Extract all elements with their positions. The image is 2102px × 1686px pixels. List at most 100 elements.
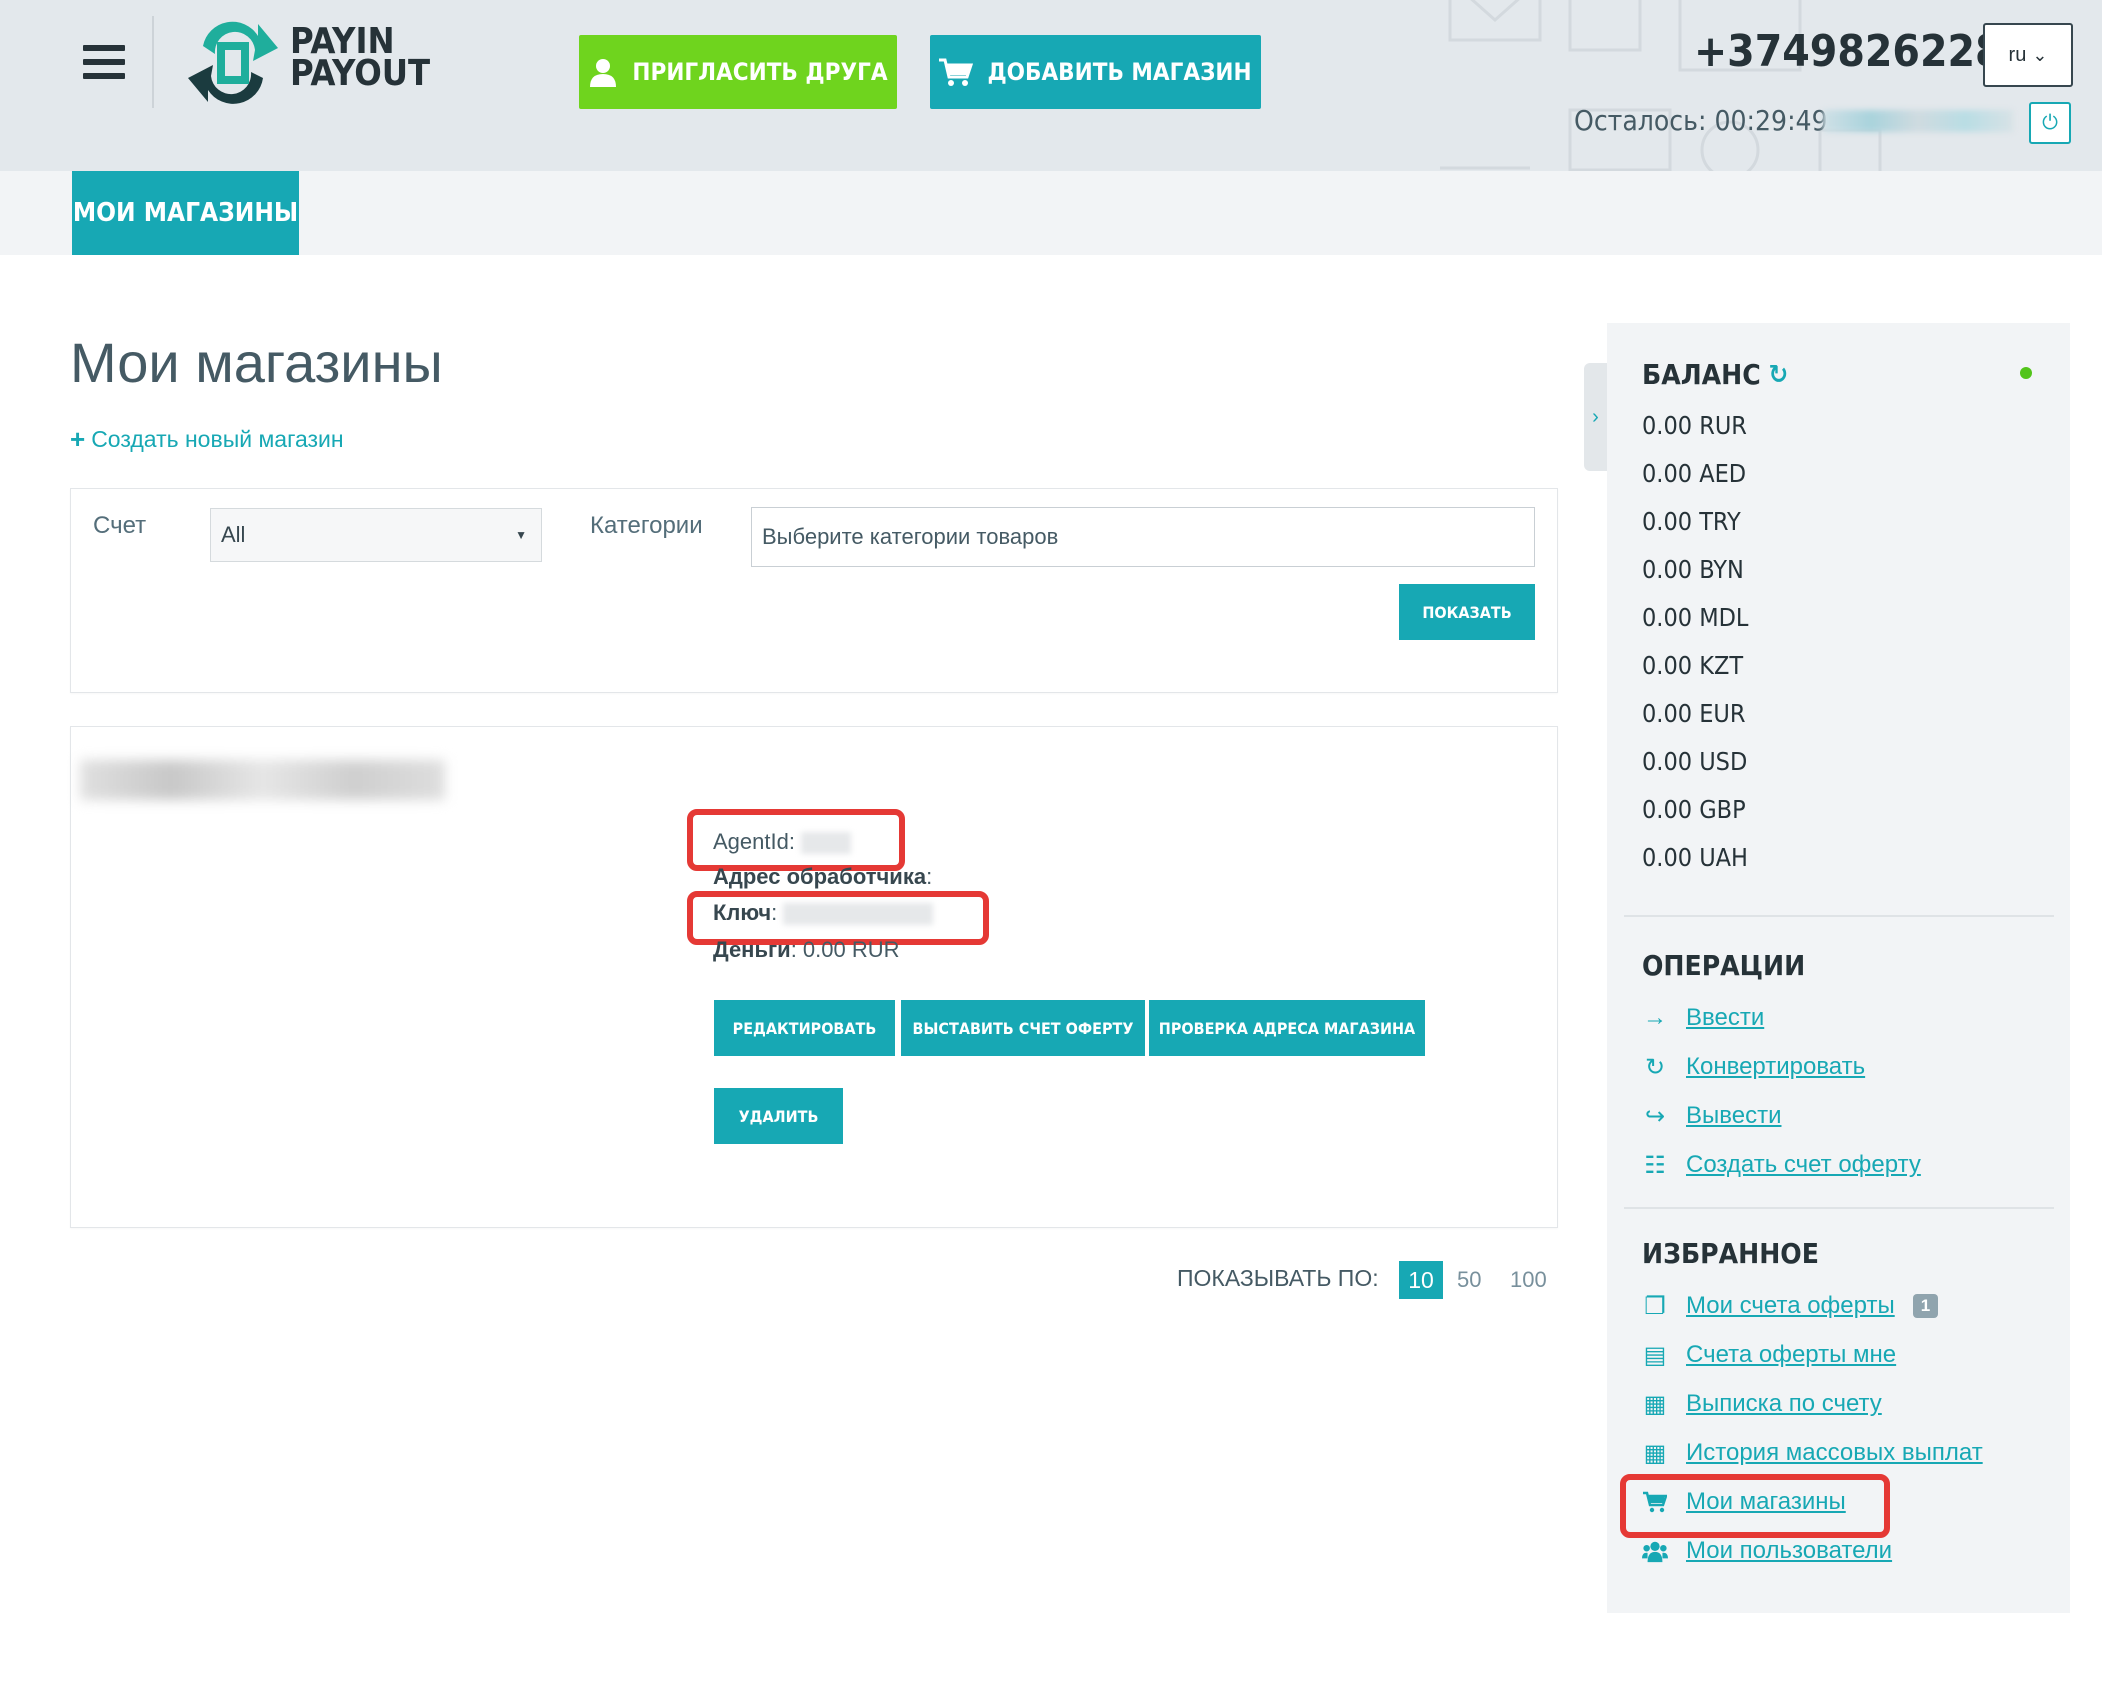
op-create-invoice[interactable]: ☷ Создать счет оферту: [1642, 1151, 1921, 1179]
page-size-10[interactable]: 10: [1399, 1261, 1443, 1299]
balance-item: 0.00 MDL: [1642, 603, 1749, 632]
caret-down-icon: ▼: [515, 528, 527, 542]
top-header: PAYIN PAYOUT ПРИГЛАСИТЬ ДРУГА ДОБАВИТЬ М…: [0, 0, 2102, 172]
key-blurred: [783, 903, 934, 926]
account-name-blurred: [1823, 110, 2013, 132]
phone-number: +37498262283: [1694, 26, 2031, 77]
op-withdraw-label: Вывести: [1686, 1102, 1782, 1129]
op-deposit-label: Ввести: [1686, 1004, 1765, 1031]
online-status-dot: [2020, 367, 2032, 379]
tab-my-stores-label: МОИ МАГАЗИНЫ: [72, 198, 299, 228]
balance-title: БАЛАНС ↻: [1642, 358, 1788, 391]
balance-list: 0.00 RUR 0.00 AED 0.00 TRY 0.00 BYN 0.00…: [1642, 411, 1748, 891]
agent-id-row: AgentId:: [713, 829, 852, 855]
add-store-button[interactable]: ДОБАВИТЬ МАГАЗИН: [930, 35, 1261, 109]
fav-my-invoices-label: Мои счета оферты: [1686, 1292, 1895, 1319]
balance-title-label: БАЛАНС: [1642, 358, 1761, 391]
categories-input[interactable]: Выберите категории товаров: [751, 507, 1535, 567]
create-store-link[interactable]: + Создать новый магазин: [70, 424, 344, 455]
balance-item: 0.00 EUR: [1642, 699, 1746, 728]
fav-invoices-to-me[interactable]: ▤ Счета оферты мне: [1642, 1341, 1896, 1369]
fav-my-users[interactable]: Мои пользователи: [1642, 1537, 1892, 1565]
fav-mass-payouts[interactable]: ▦ История массовых выплат: [1642, 1439, 1983, 1467]
page-size-100[interactable]: 100: [1510, 1267, 1547, 1293]
invite-friend-button[interactable]: ПРИГЛАСИТЬ ДРУГА: [579, 35, 897, 109]
balance-item: 0.00 KZT: [1642, 651, 1744, 680]
categories-label: Категории: [590, 512, 703, 539]
tab-my-stores[interactable]: МОИ МАГАЗИНЫ: [72, 171, 299, 255]
edit-button[interactable]: РЕДАКТИРОВАТЬ: [714, 1000, 895, 1056]
handler-row: Адрес обработчика:: [713, 864, 933, 889]
calendar-icon: ▦: [1643, 1439, 1667, 1467]
create-store-label: Создать новый магазин: [91, 426, 344, 452]
fav-invoices-to-me-label: Счета оферты мне: [1686, 1341, 1897, 1368]
money-row: Деньги: 0.00 RUR: [713, 937, 900, 962]
edit-button-label: РЕДАКТИРОВАТЬ: [732, 1018, 877, 1038]
session-timer: Осталось: 00:29:49: [1574, 104, 1828, 137]
fav-mass-payouts-label: История массовых выплат: [1686, 1439, 1983, 1466]
sidebar-toggle[interactable]: ›: [1584, 363, 1607, 471]
fav-my-invoices[interactable]: ❐ Мои счета оферты 1: [1642, 1292, 1939, 1320]
power-icon: ⏻: [2042, 111, 2058, 134]
page-size-label: ПОКАЗЫВАТЬ ПО:: [1177, 1265, 1379, 1291]
logo-line-2: PAYOUT: [290, 53, 431, 94]
fav-my-users-label: Мои пользователи: [1686, 1537, 1893, 1564]
operations-title: ОПЕРАЦИИ: [1642, 949, 1806, 982]
op-convert[interactable]: ↻ Конвертировать: [1642, 1053, 1865, 1081]
check-address-button[interactable]: ПРОВЕРКА АДРЕСА МАГАЗИНА: [1149, 1000, 1425, 1056]
key-label: Ключ: [713, 900, 772, 925]
sidebar-divider: [1624, 1207, 2054, 1209]
key-row: Ключ:: [713, 900, 934, 926]
chevron-down-icon: ⌄: [2032, 44, 2048, 65]
agent-id-blurred: [801, 832, 852, 855]
balance-item: 0.00 BYN: [1642, 555, 1744, 584]
account-label: Счет: [93, 512, 147, 539]
language-select[interactable]: ru ⌄: [1983, 23, 2073, 87]
categories-placeholder: Выберите категории товаров: [762, 524, 1059, 549]
show-button[interactable]: ПОКАЗАТЬ: [1399, 584, 1535, 640]
handler-label: Адрес обработчика: [713, 864, 927, 889]
header-divider: [152, 16, 154, 108]
menu-icon[interactable]: [83, 45, 125, 87]
delete-button[interactable]: УДАЛИТЬ: [714, 1088, 843, 1144]
balance-item: 0.00 GBP: [1642, 795, 1746, 824]
add-store-label: ДОБАВИТЬ МАГАЗИН: [987, 58, 1252, 86]
calendar-icon: ▦: [1643, 1390, 1667, 1418]
show-button-label: ПОКАЗАТЬ: [1422, 602, 1512, 622]
sign-out-icon: ↪: [1644, 1102, 1666, 1130]
refresh-icon[interactable]: ↻: [1769, 360, 1789, 390]
balance-item: 0.00 UAH: [1642, 843, 1748, 872]
fav-my-stores-label: Мои магазины: [1686, 1488, 1846, 1515]
money-label: Деньги: [713, 937, 791, 962]
page-size-50[interactable]: 50: [1457, 1267, 1481, 1293]
check-address-label: ПРОВЕРКА АДРЕСА МАГАЗИНА: [1158, 1018, 1416, 1038]
favorites-title: ИЗБРАННОЕ: [1642, 1237, 1819, 1270]
invoice-count-badge: 1: [1912, 1294, 1939, 1318]
language-value: ru: [2008, 43, 2027, 66]
balance-item: 0.00 USD: [1642, 747, 1748, 776]
account-select-value: All: [221, 522, 246, 547]
users-icon: [1642, 1538, 1668, 1564]
money-value: 0.00 RUR: [802, 937, 900, 962]
invoice-offer-button[interactable]: ВЫСТАВИТЬ СЧЕТ ОФЕРТУ: [901, 1000, 1145, 1056]
newspaper-icon: ▤: [1643, 1341, 1667, 1369]
logout-button[interactable]: ⏻: [2029, 102, 2071, 144]
fav-statement[interactable]: ▦ Выписка по счету: [1642, 1390, 1882, 1418]
op-deposit[interactable]: → Ввести: [1642, 1004, 1764, 1032]
store-name-blurred: [80, 760, 445, 800]
user-icon: [590, 59, 617, 87]
payin-payout-logo[interactable]: [183, 16, 283, 110]
cart-icon: [1642, 1489, 1668, 1515]
page-size-10-label: 10: [1408, 1266, 1434, 1293]
plus-icon: +: [70, 424, 86, 454]
logo-text: PAYIN PAYOUT: [290, 24, 431, 94]
op-withdraw[interactable]: ↪ Вывести: [1642, 1102, 1782, 1130]
balance-item: 0.00 TRY: [1642, 507, 1741, 536]
account-select[interactable]: All ▼: [210, 508, 542, 562]
document-icon: ☷: [1644, 1151, 1666, 1179]
fav-my-stores[interactable]: Мои магазины: [1642, 1488, 1846, 1516]
op-convert-label: Конвертировать: [1686, 1053, 1866, 1080]
delete-button-label: УДАЛИТЬ: [738, 1106, 819, 1126]
balance-item: 0.00 RUR: [1642, 411, 1747, 440]
op-create-invoice-label: Создать счет оферту: [1686, 1151, 1921, 1178]
